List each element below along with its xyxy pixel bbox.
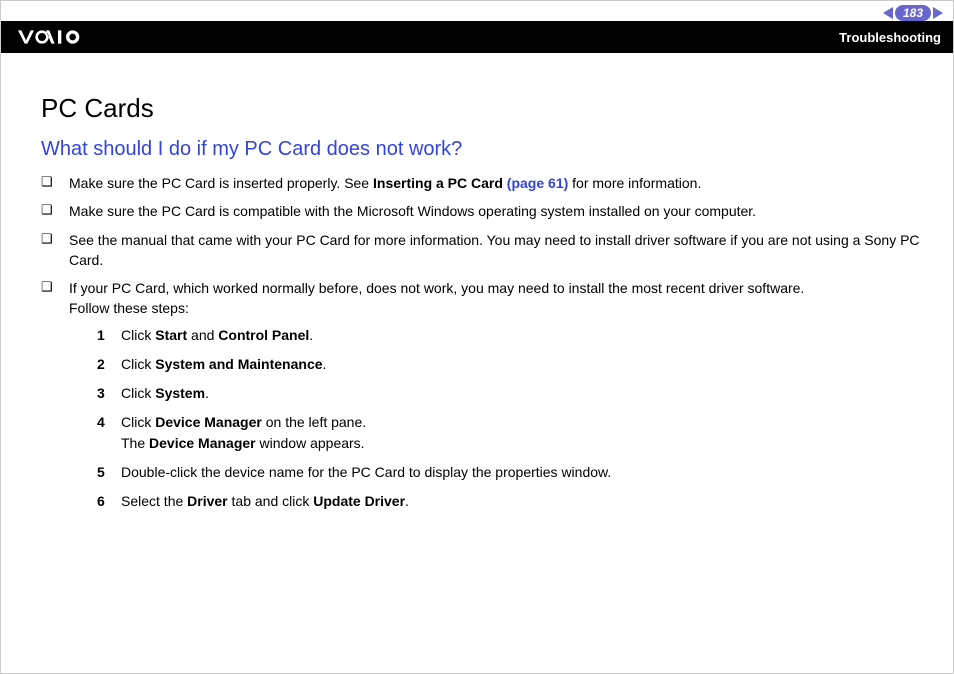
step-text: Click System and Maintenance. bbox=[121, 354, 925, 375]
bullet-list: ❑ Make sure the PC Card is inserted prop… bbox=[41, 173, 925, 520]
header-black-bar: Troubleshooting bbox=[1, 21, 953, 53]
bullet-text: See the manual that came with your PC Ca… bbox=[69, 230, 925, 271]
text-run: on the left pane. bbox=[262, 414, 366, 430]
text-bold: Driver bbox=[187, 493, 227, 509]
page-number-row: 183 bbox=[1, 1, 953, 21]
text-run: Click bbox=[121, 385, 155, 401]
list-item: ❑ Make sure the PC Card is compatible wi… bbox=[41, 201, 925, 221]
text-bold: Inserting a PC Card bbox=[373, 175, 503, 191]
step-item: 2 Click System and Maintenance. bbox=[97, 354, 925, 375]
step-number: 2 bbox=[97, 354, 121, 375]
document-page: 183 Troubleshooting PC Cards What should… bbox=[0, 0, 954, 674]
text-bold: Control Panel bbox=[218, 327, 309, 343]
text-run: . bbox=[323, 356, 327, 372]
step-text: Double-click the device name for the PC … bbox=[121, 462, 925, 483]
prev-page-arrow-icon[interactable] bbox=[883, 7, 893, 19]
text-run: window appears. bbox=[256, 435, 365, 451]
bullet-text: If your PC Card, which worked normally b… bbox=[69, 278, 925, 520]
text-run: Select the bbox=[121, 493, 187, 509]
page-content: PC Cards What should I do if my PC Card … bbox=[1, 53, 953, 520]
text-run: Click bbox=[121, 327, 155, 343]
page-indicator: 183 bbox=[883, 5, 943, 21]
step-number: 4 bbox=[97, 412, 121, 433]
text-bold: Update Driver bbox=[313, 493, 405, 509]
step-item: 3 Click System. bbox=[97, 383, 925, 404]
page-number-badge: 183 bbox=[895, 5, 931, 21]
section-label: Troubleshooting bbox=[839, 30, 941, 45]
list-item: ❑ See the manual that came with your PC … bbox=[41, 230, 925, 271]
bullet-icon: ❑ bbox=[41, 201, 69, 220]
step-text: Select the Driver tab and click Update D… bbox=[121, 491, 925, 512]
step-item: 1 Click Start and Control Panel. bbox=[97, 325, 925, 346]
list-item: ❑ If your PC Card, which worked normally… bbox=[41, 278, 925, 520]
text-run: for more information. bbox=[568, 175, 701, 191]
text-run: The bbox=[121, 435, 149, 451]
page-title: PC Cards bbox=[41, 93, 925, 124]
step-item: 5 Double-click the device name for the P… bbox=[97, 462, 925, 483]
step-number: 6 bbox=[97, 491, 121, 512]
text-run: If your PC Card, which worked normally b… bbox=[69, 280, 804, 296]
text-bold: System and Maintenance bbox=[155, 356, 322, 372]
text-run: . bbox=[309, 327, 313, 343]
text-run: Make sure the PC Card is inserted proper… bbox=[69, 175, 373, 191]
bullet-text: Make sure the PC Card is compatible with… bbox=[69, 201, 925, 221]
text-run: Click bbox=[121, 356, 155, 372]
step-item: 6 Select the Driver tab and click Update… bbox=[97, 491, 925, 512]
text-bold: Start bbox=[155, 327, 187, 343]
bullet-icon: ❑ bbox=[41, 173, 69, 192]
text-run: . bbox=[405, 493, 409, 509]
text-run: tab and click bbox=[228, 493, 314, 509]
page-subtitle: What should I do if my PC Card does not … bbox=[41, 138, 925, 161]
text-run: . bbox=[205, 385, 209, 401]
text-run: and bbox=[187, 327, 218, 343]
text-run: Click bbox=[121, 414, 155, 430]
step-item: 4 Click Device Manager on the left pane.… bbox=[97, 412, 925, 454]
page-header: 183 Troubleshooting bbox=[1, 1, 953, 53]
text-run: Follow these steps: bbox=[69, 300, 189, 316]
numbered-steps: 1 Click Start and Control Panel. 2 Click… bbox=[69, 325, 925, 512]
vaio-logo-icon bbox=[13, 29, 103, 45]
step-text: Click System. bbox=[121, 383, 925, 404]
step-text: Click Start and Control Panel. bbox=[121, 325, 925, 346]
page-link[interactable]: (page 61) bbox=[503, 175, 568, 191]
text-bold: System bbox=[155, 385, 205, 401]
next-page-arrow-icon[interactable] bbox=[933, 7, 943, 19]
text-bold: Device Manager bbox=[155, 414, 262, 430]
bullet-icon: ❑ bbox=[41, 278, 69, 297]
step-text: Click Device Manager on the left pane. T… bbox=[121, 412, 925, 454]
step-number: 1 bbox=[97, 325, 121, 346]
step-number: 5 bbox=[97, 462, 121, 483]
bullet-icon: ❑ bbox=[41, 230, 69, 249]
list-item: ❑ Make sure the PC Card is inserted prop… bbox=[41, 173, 925, 193]
text-bold: Device Manager bbox=[149, 435, 256, 451]
bullet-text: Make sure the PC Card is inserted proper… bbox=[69, 173, 925, 193]
step-number: 3 bbox=[97, 383, 121, 404]
